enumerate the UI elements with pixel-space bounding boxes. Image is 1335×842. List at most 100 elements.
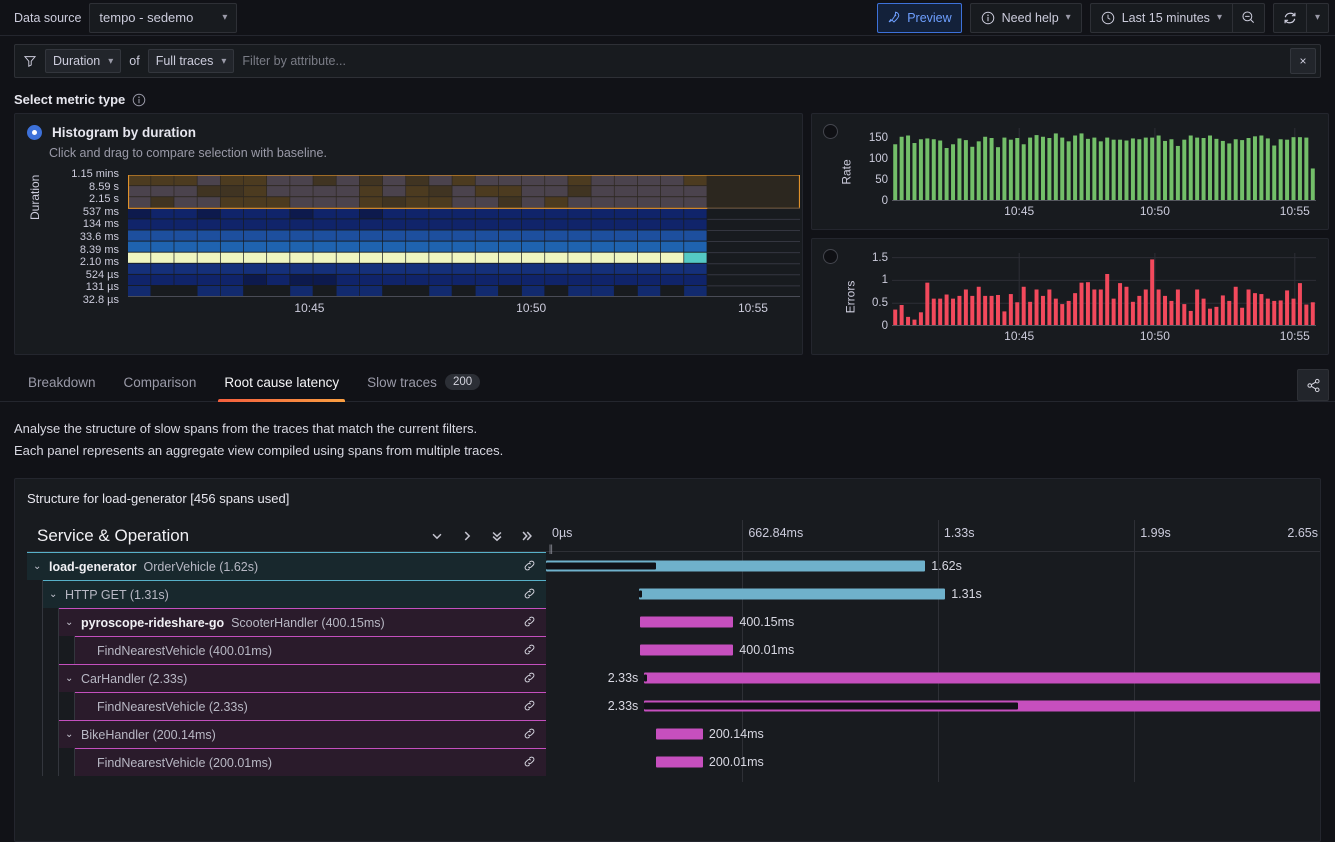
chevron-right-icon[interactable] [460, 529, 474, 543]
link-icon[interactable] [523, 671, 536, 687]
clear-filter-button[interactable]: × [1290, 48, 1316, 74]
span-bar[interactable] [656, 756, 703, 768]
x-tick: 10:50 [1139, 329, 1170, 343]
scope-select[interactable]: Full traces ▾ [147, 49, 235, 73]
metric-panels: Histogram by duration Click and drag to … [0, 113, 1335, 355]
tab-breakdown[interactable]: Breakdown [14, 368, 110, 401]
indent-guide [59, 748, 75, 776]
heatmap-chart[interactable]: Duration 1.15 mins 8.59 s 2.15 s 537 ms 134 … [15, 168, 802, 323]
link-icon[interactable] [523, 755, 536, 771]
tab-slow-traces[interactable]: Slow traces 200 [353, 368, 494, 401]
rate-radio[interactable] [823, 124, 838, 139]
indent-guide [43, 748, 59, 776]
link-icon[interactable] [523, 559, 536, 575]
errors-panel[interactable]: Errors 0 0.5 1 1.5 10:45 10:50 10:55 [811, 238, 1329, 355]
tab-label: Root cause latency [224, 374, 340, 390]
timeline-tick: 0µs [552, 526, 573, 540]
description-line-1: Analyse the structure of slow spans from… [14, 421, 478, 436]
span-label[interactable]: ⌄ BikeHandler (200.14ms) [59, 720, 546, 748]
table-row[interactable]: ⌄ load-generator OrderVehicle (1.62s) 1.62s [27, 552, 1320, 580]
link-icon[interactable] [523, 587, 536, 603]
span-label[interactable]: ⌄FindNearestVehicle (2.33s) [75, 692, 546, 720]
rate-plot [892, 128, 1316, 206]
double-chevron-down-icon[interactable] [490, 529, 504, 543]
table-row[interactable]: ⌄FindNearestVehicle (200.01ms) 200.01ms [27, 748, 1320, 776]
heatmap-y-axis-label: Duration [28, 174, 42, 220]
chevron-down-icon[interactable]: ⌄ [65, 617, 74, 628]
link-icon[interactable] [523, 699, 536, 715]
table-row[interactable]: ⌄ HTTP GET (1.31s) 1.31s [27, 580, 1320, 608]
time-controls: Last 15 minutes ▾ [1089, 2, 1265, 33]
table-row[interactable]: ⌄ BikeHandler (200.14ms) 200.14ms [27, 720, 1320, 748]
need-help-button[interactable]: Need help ▾ [969, 2, 1082, 33]
table-row[interactable]: ⌄FindNearestVehicle (400.01ms) 400.01ms [27, 636, 1320, 664]
preview-button[interactable]: Preview [877, 2, 962, 33]
description-block: Analyse the structure of slow spans from… [0, 402, 1335, 462]
span-label[interactable]: ⌄FindNearestVehicle (400.01ms) [75, 636, 546, 664]
double-chevron-right-icon[interactable] [520, 529, 534, 543]
heatmap-plot[interactable] [128, 175, 800, 297]
row-label-cell: ⌄ load-generator OrderVehicle (1.62s) [27, 552, 546, 580]
errors-radio[interactable] [823, 249, 838, 264]
span-label[interactable]: ⌄ load-generator OrderVehicle (1.62s) [27, 552, 546, 580]
histogram-title: Histogram by duration [52, 125, 197, 140]
link-icon[interactable] [523, 643, 536, 659]
span-label[interactable]: ⌄FindNearestVehicle (200.01ms) [75, 748, 546, 776]
histogram-radio[interactable] [27, 125, 42, 140]
tab-label: Breakdown [28, 374, 96, 390]
span-bar[interactable] [639, 644, 734, 656]
histogram-option-row[interactable]: Histogram by duration [15, 114, 802, 140]
heatmap-x-tick: 10:45 [294, 301, 325, 315]
table-row[interactable]: ⌄ CarHandler (2.33s) 2.33s [27, 664, 1320, 692]
heatmap-y-tick: 134 ms [82, 218, 119, 231]
chevron-down-icon[interactable]: ⌄ [65, 729, 74, 740]
chevron-down-icon[interactable] [430, 529, 444, 543]
share-button[interactable] [1297, 369, 1329, 401]
span-label[interactable]: ⌄ HTTP GET (1.31s) [43, 580, 546, 608]
info-icon[interactable] [132, 93, 146, 107]
heatmap-y-tick: 524 µs [85, 268, 119, 281]
span-bar[interactable] [644, 700, 1320, 712]
need-help-label: Need help [1001, 10, 1059, 25]
zoom-out-button[interactable] [1232, 2, 1265, 33]
span-bar[interactable] [546, 560, 926, 572]
tab-root-cause-latency[interactable]: Root cause latency [210, 368, 353, 402]
link-icon[interactable] [523, 615, 536, 631]
metric-select[interactable]: Duration ▾ [45, 49, 122, 73]
indent-guide [27, 692, 43, 720]
filter-bar: Duration ▾ of Full traces ▾ × [14, 44, 1321, 78]
refresh-button[interactable] [1272, 2, 1307, 33]
tab-comparison[interactable]: Comparison [110, 368, 211, 401]
datasource-picker[interactable]: tempo - sedemo ▾ [89, 2, 238, 33]
select-metric-type-heading: Select metric type [14, 92, 1335, 107]
table-row[interactable]: ⌄FindNearestVehicle (2.33s) 2.33s [27, 692, 1320, 720]
trace-table-header: Service & Operation || 0µs 662.84ms 1.33… [27, 520, 1320, 782]
rate-y-ticks: 0 50 100 150 [852, 128, 888, 207]
span-label[interactable]: ⌄ CarHandler (2.33s) [59, 664, 546, 692]
span-bar[interactable] [638, 588, 946, 600]
span-bar[interactable] [656, 728, 703, 740]
rate-panel[interactable]: Rate 0 50 100 150 10:45 10:50 10:55 [811, 113, 1329, 230]
table-row[interactable]: ⌄ pyroscope-rideshare-go ScooterHandler (4… [27, 608, 1320, 636]
tab-label: Slow traces [367, 374, 437, 390]
span-bar[interactable] [644, 672, 1320, 684]
chevron-down-icon[interactable]: ⌄ [33, 561, 42, 572]
chevron-down-icon[interactable]: ⌄ [65, 673, 74, 684]
preview-label: Preview [907, 10, 952, 25]
metric-select-value: Duration [53, 54, 101, 68]
span-duration-label: 400.15ms [739, 615, 795, 629]
operation-name: FindNearestVehicle (200.01ms) [97, 755, 273, 770]
row-timeline-cell: 400.01ms [546, 636, 1320, 664]
heatmap-x-tick: 10:50 [516, 301, 547, 315]
timeline-tick: 2.65s [1287, 526, 1318, 540]
span-label[interactable]: ⌄ pyroscope-rideshare-go ScooterHandler (4… [59, 608, 546, 636]
histogram-panel[interactable]: Histogram by duration Click and drag to … [14, 113, 803, 355]
filter-attribute-input[interactable] [242, 54, 1282, 68]
link-icon[interactable] [523, 727, 536, 743]
chevron-down-icon[interactable]: ⌄ [49, 589, 58, 600]
time-range-label: Last 15 minutes [1121, 10, 1210, 25]
row-timeline-cell: 1.62s [546, 552, 1320, 580]
span-bar[interactable] [639, 616, 734, 628]
time-range-picker[interactable]: Last 15 minutes ▾ [1089, 2, 1233, 33]
refresh-interval-dropdown[interactable]: ▾ [1306, 2, 1329, 33]
